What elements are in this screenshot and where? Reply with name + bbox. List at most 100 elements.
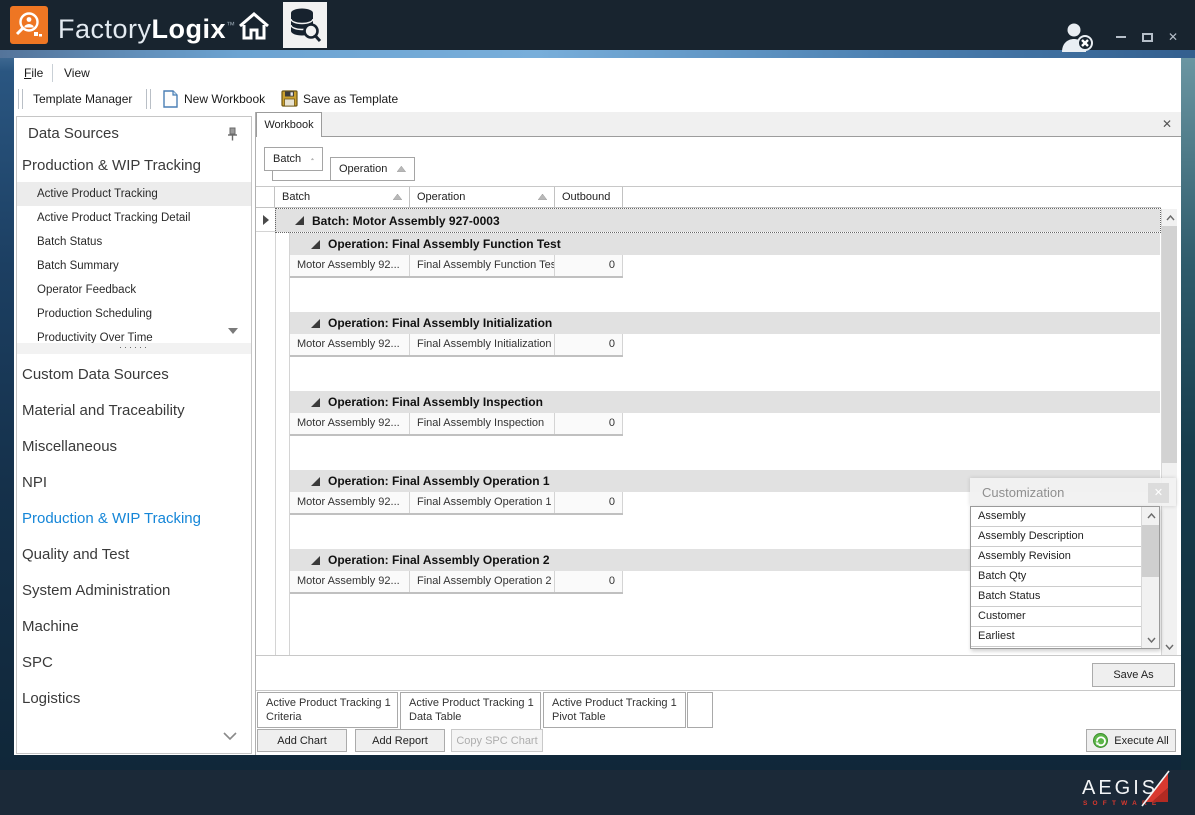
operation-group-row[interactable]: Operation: Final Assembly Initialization — [290, 312, 1160, 334]
sidebar-group-production-wip[interactable]: Production & WIP Tracking — [22, 152, 201, 180]
chevron-up-icon — [1166, 215, 1175, 221]
column-header-batch-label: Batch — [282, 191, 310, 203]
workbook-close-button[interactable]: ✕ — [1158, 115, 1176, 133]
group-chip-batch[interactable]: Batch — [264, 147, 323, 171]
menu-file[interactable]: File — [18, 62, 49, 84]
save-as-button[interactable]: Save As — [1092, 663, 1175, 687]
customization-field-earliest[interactable]: Earliest — [971, 627, 1141, 647]
column-header-indicator — [256, 187, 275, 208]
customization-scroll-up-button[interactable] — [1142, 507, 1160, 524]
category-machine[interactable]: Machine — [17, 609, 251, 645]
column-header-outbound[interactable]: Outbound — [555, 187, 623, 208]
customization-field-batch-status[interactable]: Batch Status — [971, 587, 1141, 607]
column-header-operation[interactable]: Operation — [410, 187, 555, 208]
cell-batch: Motor Assembly 92... — [290, 492, 410, 513]
execute-all-button[interactable]: Execute All — [1086, 729, 1176, 752]
category-spc[interactable]: SPC — [17, 645, 251, 681]
toolbar-grip[interactable] — [18, 89, 23, 109]
customization-close-button[interactable]: ✕ — [1148, 483, 1169, 503]
menu-view[interactable]: View — [58, 62, 96, 84]
grid-bottom-border — [256, 655, 1181, 656]
sidebar-collapse-chevron-icon[interactable] — [222, 728, 238, 746]
tab-workbook[interactable]: Workbook — [256, 112, 322, 137]
row-indicator — [256, 209, 275, 232]
sidebar-item-production-scheduling[interactable]: Production Scheduling — [17, 302, 251, 326]
execute-refresh-icon — [1093, 733, 1108, 748]
titlebar: FactoryLogix™ — [0, 0, 1195, 50]
customization-field-customer[interactable]: Customer — [971, 607, 1141, 627]
sidebar-item-active-product-tracking[interactable]: Active Product Tracking — [17, 182, 251, 206]
category-miscellaneous[interactable]: Miscellaneous — [17, 429, 251, 465]
save-as-template-icon — [281, 90, 298, 112]
category-logistics[interactable]: Logistics — [17, 681, 251, 717]
chevron-down-icon — [1165, 644, 1174, 650]
customization-field-assembly[interactable]: Assembly — [971, 507, 1141, 527]
table-row[interactable]: Motor Assembly 92... Final Assembly Init… — [290, 334, 623, 357]
cell-outbound: 0 — [555, 334, 623, 355]
tab-criteria-line2: Criteria — [266, 710, 397, 724]
tab-data-table[interactable]: Active Product Tracking 1 Data Table — [400, 692, 541, 731]
save-as-label: Save As — [1113, 669, 1153, 681]
toolbar-grip-2[interactable] — [146, 89, 151, 109]
operation-group-row[interactable]: Operation: Final Assembly Inspection — [290, 391, 1160, 413]
new-workbook-icon — [163, 90, 178, 113]
category-custom-data-sources[interactable]: Custom Data Sources — [17, 357, 251, 393]
window-frame-right-edge — [1181, 50, 1195, 770]
row-marker-icon — [263, 215, 269, 225]
app-title-logix: Logix — [152, 14, 227, 44]
column-header-batch[interactable]: Batch — [275, 187, 410, 208]
sidebar-item-operator-feedback[interactable]: Operator Feedback — [17, 278, 251, 302]
table-row[interactable]: Motor Assembly 92... Final Assembly Func… — [290, 255, 623, 278]
maximize-button[interactable] — [1138, 30, 1156, 44]
copy-spc-chart-button[interactable]: Copy SPC Chart — [451, 729, 543, 752]
tab-criteria[interactable]: Active Product Tracking 1 Criteria — [257, 692, 398, 728]
sidebar-item-batch-summary[interactable]: Batch Summary — [17, 254, 251, 278]
data-analysis-button[interactable] — [283, 2, 327, 48]
template-manager-button[interactable]: Template Manager — [33, 87, 132, 111]
sidebar-scroll-splitter[interactable]: ······ — [17, 343, 251, 354]
operation-group-row[interactable]: Operation: Final Assembly Function Test — [290, 233, 1160, 255]
operation-group-label: Operation: Final Assembly Operation 2 — [328, 553, 550, 567]
app-title: FactoryLogix™ — [58, 0, 236, 50]
cell-operation: Final Assembly Initialization — [410, 334, 555, 355]
customization-field-batch-qty[interactable]: Batch Qty — [971, 567, 1141, 587]
minimize-button[interactable] — [1112, 30, 1130, 44]
close-window-button[interactable]: ✕ — [1164, 30, 1182, 44]
user-logout-button[interactable] — [1058, 22, 1098, 52]
table-row[interactable]: Motor Assembly 92... Final Assembly Oper… — [290, 571, 623, 594]
group-chip-operation[interactable]: Operation — [330, 157, 415, 181]
table-row[interactable]: Motor Assembly 92... Final Assembly Insp… — [290, 413, 623, 436]
category-system-administration[interactable]: System Administration — [17, 573, 251, 609]
collapse-group-icon — [311, 398, 320, 407]
new-workbook-button[interactable]: New Workbook — [184, 87, 265, 111]
customization-field-assembly-revision[interactable]: Assembly Revision — [971, 547, 1141, 567]
category-quality-and-test[interactable]: Quality and Test — [17, 537, 251, 573]
home-button[interactable] — [234, 8, 274, 44]
footer — [0, 770, 1195, 815]
add-chart-button[interactable]: Add Chart — [257, 729, 347, 752]
add-report-button[interactable]: Add Report — [355, 729, 445, 752]
cell-batch: Motor Assembly 92... — [290, 255, 410, 276]
sidebar-item-active-product-tracking-detail[interactable]: Active Product Tracking Detail — [17, 206, 251, 230]
sidebar-item-batch-status[interactable]: Batch Status — [17, 230, 251, 254]
scrollbar-down-button[interactable] — [1161, 638, 1177, 655]
sidebar-dropdown-arrow-icon[interactable] — [228, 328, 238, 334]
scrollbar-thumb[interactable] — [1162, 226, 1177, 463]
scrollbar-up-button[interactable] — [1162, 209, 1178, 226]
customization-scroll-down-button[interactable] — [1142, 631, 1160, 648]
customization-field-assembly-description[interactable]: Assembly Description — [971, 527, 1141, 547]
pin-icon[interactable] — [227, 127, 238, 146]
batch-group-label: Batch: Motor Assembly 927-0003 — [312, 214, 500, 228]
category-npi[interactable]: NPI — [17, 465, 251, 501]
category-material-and-traceability[interactable]: Material and Traceability — [17, 393, 251, 429]
tab-stub[interactable] — [687, 692, 713, 728]
tab-pivot-table[interactable]: Active Product Tracking 1 Pivot Table — [543, 692, 686, 728]
save-as-template-button[interactable]: Save as Template — [303, 87, 398, 111]
customization-scrollbar-thumb[interactable] — [1142, 525, 1159, 577]
category-production-wip-tracking[interactable]: Production & WIP Tracking — [17, 501, 251, 537]
maximize-icon — [1142, 33, 1153, 42]
batch-group-row[interactable]: Batch: Motor Assembly 927-0003 — [276, 209, 1160, 232]
customization-popup-header[interactable]: Customization — [970, 478, 1176, 506]
menu-file-rest: ile — [31, 66, 43, 80]
table-row[interactable]: Motor Assembly 92... Final Assembly Oper… — [290, 492, 623, 515]
